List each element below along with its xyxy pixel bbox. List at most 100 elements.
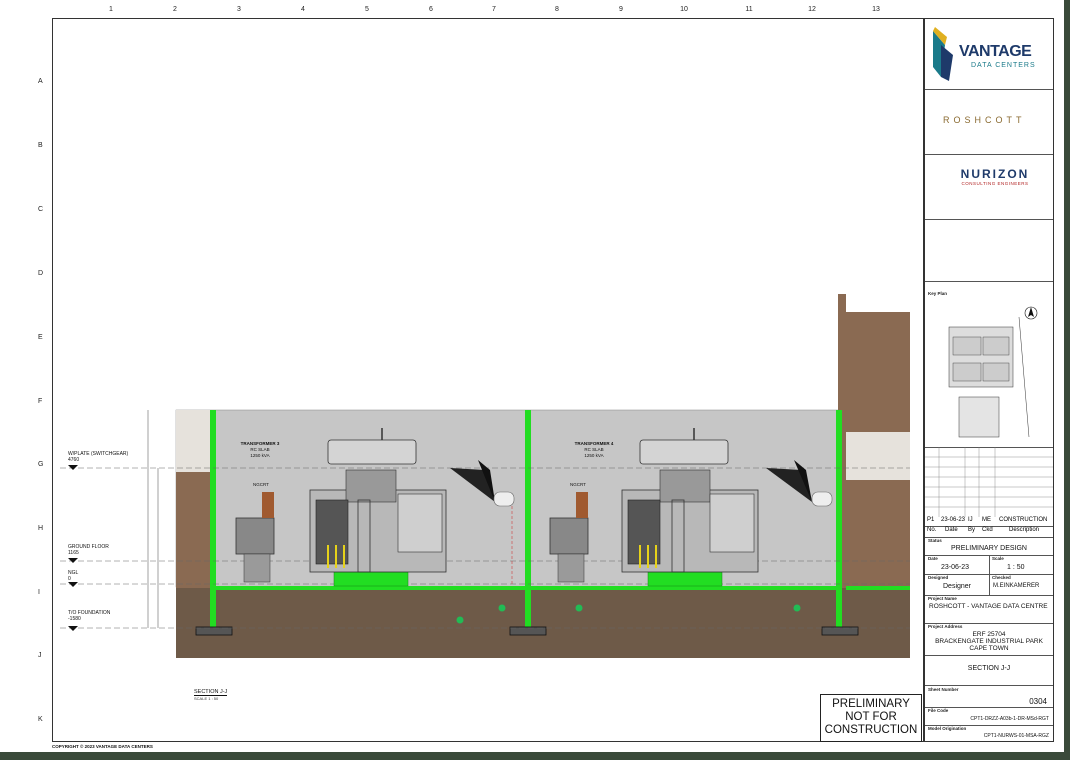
section-title: SECTION J-J [194, 689, 228, 696]
address-label: Project Address [928, 624, 963, 629]
earth-point-2 [498, 604, 506, 612]
soil [176, 588, 910, 658]
fan-duct-2 [811, 491, 833, 507]
keyplan-label: Key Plan [928, 291, 948, 296]
tx-core-1 [345, 469, 397, 503]
tx-tank-1 [327, 439, 417, 465]
wall-light-left [176, 410, 212, 472]
copyright: COPYRIGHT © 2023 VANTAGE DATA CENTERS [52, 744, 153, 749]
level-marker-ground [68, 558, 78, 563]
rev-header-by: By [968, 527, 976, 533]
level-marker-foundation [68, 626, 78, 631]
drawing-sheet: 1 2 3 4 5 6 7 8 9 10 11 12 13 A B C D E … [0, 0, 1064, 752]
column-1 [210, 410, 216, 632]
status-label: Status [928, 538, 942, 543]
keyplan-drawing [948, 306, 1038, 438]
model-value: CPT1-NURWS-01-MSA-RGZ [983, 733, 1049, 739]
vantage-logo: VANTAGE DATA CENTERS [931, 27, 1049, 83]
preliminary-stamp: PRELIMINARY NOT FOR CONSTRUCTION [820, 694, 922, 742]
stamp-line-3: CONSTRUCTION [824, 724, 918, 736]
rev-by: IJ [968, 517, 973, 523]
drawing-title: SECTION J-J [967, 665, 1011, 672]
tx-radiator-right-2 [709, 493, 755, 553]
level-label-ground: GROUND FLOOR 1165 [68, 544, 109, 556]
transformer-sub2-2: 1250 kVA [584, 453, 604, 458]
transformer-label-1: TRANSFORMER 3 RC SLAB 1250 kVA [228, 441, 292, 459]
ngcrt-top-1 [262, 492, 274, 518]
date-label: Date [928, 556, 938, 561]
ngcrt-label-1: NGCRT [253, 482, 269, 487]
roshcott-logo: ROSHCOTT [943, 115, 1026, 125]
section-drawing [60, 294, 910, 658]
level-label-ngl: NGL 0 [68, 570, 78, 582]
level-ground-value: 1165 [68, 550, 79, 556]
file-label: File Code [928, 708, 949, 713]
column-2 [525, 410, 531, 632]
level-marker-wplate [68, 465, 78, 470]
floor-slab-right [846, 586, 910, 590]
project-label: Project Name [928, 596, 957, 601]
ngcrt-base-2 [557, 553, 585, 583]
designed-label: Designed [928, 575, 949, 580]
stamp-line-1: PRELIMINARY [832, 698, 910, 710]
address-block: ERF 25704 BRACKENGATE INDUSTRIAL PARK CA… [925, 631, 1053, 652]
level-marker-ngl [68, 582, 78, 587]
earth-point-3 [575, 604, 583, 612]
level-label-foundation: T/O FOUNDATION -1580 [68, 610, 110, 622]
rev-header-date: Date [945, 527, 958, 533]
rev-no: P1 [927, 517, 935, 523]
revision-grid [925, 447, 1053, 517]
scale-value: 1 : 50 [1007, 564, 1025, 571]
designed-value: Designer [943, 583, 972, 590]
brick-building-right [846, 312, 910, 432]
model-label: Model Origination [928, 726, 967, 731]
nurizon-logo: NURIZON CONSULTING ENGINEERS [945, 167, 1045, 186]
checked-label: Checked [992, 575, 1011, 580]
checked-value: M.EINKAMERER [993, 583, 1040, 589]
section-scale: SCALE 1 : 50 [194, 696, 219, 701]
address-line-1: ERF 25704 [972, 631, 1006, 638]
transformer-sub2-1: 1250 kVA [250, 453, 270, 458]
fan-duct-1 [493, 491, 515, 507]
sheet-label: Sheet Number [928, 687, 959, 692]
rev-ckd: ME [982, 517, 991, 523]
revision-headers: No. Date By Ckd Description [925, 527, 1053, 537]
ngcrt-cabinet-2 [549, 517, 589, 555]
level-ngl-value: 0 [68, 576, 71, 582]
title-block: VANTAGE DATA CENTERS ROSHCOTT NURIZON CO… [924, 18, 1054, 742]
level-label-wplate: W/PLATE (SWITCHGEAR) 4760 [68, 451, 128, 463]
tx-plinth-1 [333, 571, 409, 587]
rev-header-ckd: Ckd [982, 527, 993, 533]
level-foundation-value: -1580 [68, 616, 81, 622]
transformer-label-2: TRANSFORMER 4 RC SLAB 1250 kVA [562, 441, 626, 459]
tx-tank-2 [639, 439, 729, 465]
tx-plinth-2 [647, 571, 723, 587]
vantage-logo-icon [933, 27, 953, 81]
status-value: PRELIMINARY DESIGN [951, 545, 1027, 552]
ngcrt-cabinet-1 [235, 517, 275, 555]
column-3 [836, 410, 842, 632]
nurizon-name: NURIZON [960, 167, 1030, 181]
ngcrt-label-2: NGCRT [570, 482, 586, 487]
rev-date: 23-06-23 [941, 517, 966, 523]
stamp-line-2: NOT FOR [845, 711, 897, 723]
brick-wall-left [176, 472, 210, 602]
vantage-sub: DATA CENTERS [971, 62, 1036, 69]
ngcrt-top-2 [576, 492, 588, 518]
tx-radiator-right-1 [397, 493, 443, 553]
date-value: 23-06-23 [941, 564, 970, 571]
nurizon-sub: CONSULTING ENGINEERS [961, 181, 1029, 186]
ngcrt-base-1 [243, 553, 271, 583]
earth-point-1 [456, 616, 464, 624]
rev-header-desc: Description [1009, 527, 1040, 533]
brick-building-right-lower [846, 480, 910, 592]
file-value: CPT1-DRZZ-A03b-1-DR-MSd-RGT [970, 716, 1049, 722]
vantage-name: VANTAGE [959, 43, 1032, 60]
right-building-grey [846, 432, 910, 480]
section-title-block: SECTION J-J SCALE 1 : 50 [194, 689, 228, 701]
scale-label: Scale [992, 556, 1004, 561]
level-wplate-value: 4760 [68, 457, 80, 463]
tx-core-2 [659, 469, 711, 503]
rev-header-no: No. [927, 527, 937, 533]
address-line-3: CAPE TOWN [969, 645, 1009, 652]
